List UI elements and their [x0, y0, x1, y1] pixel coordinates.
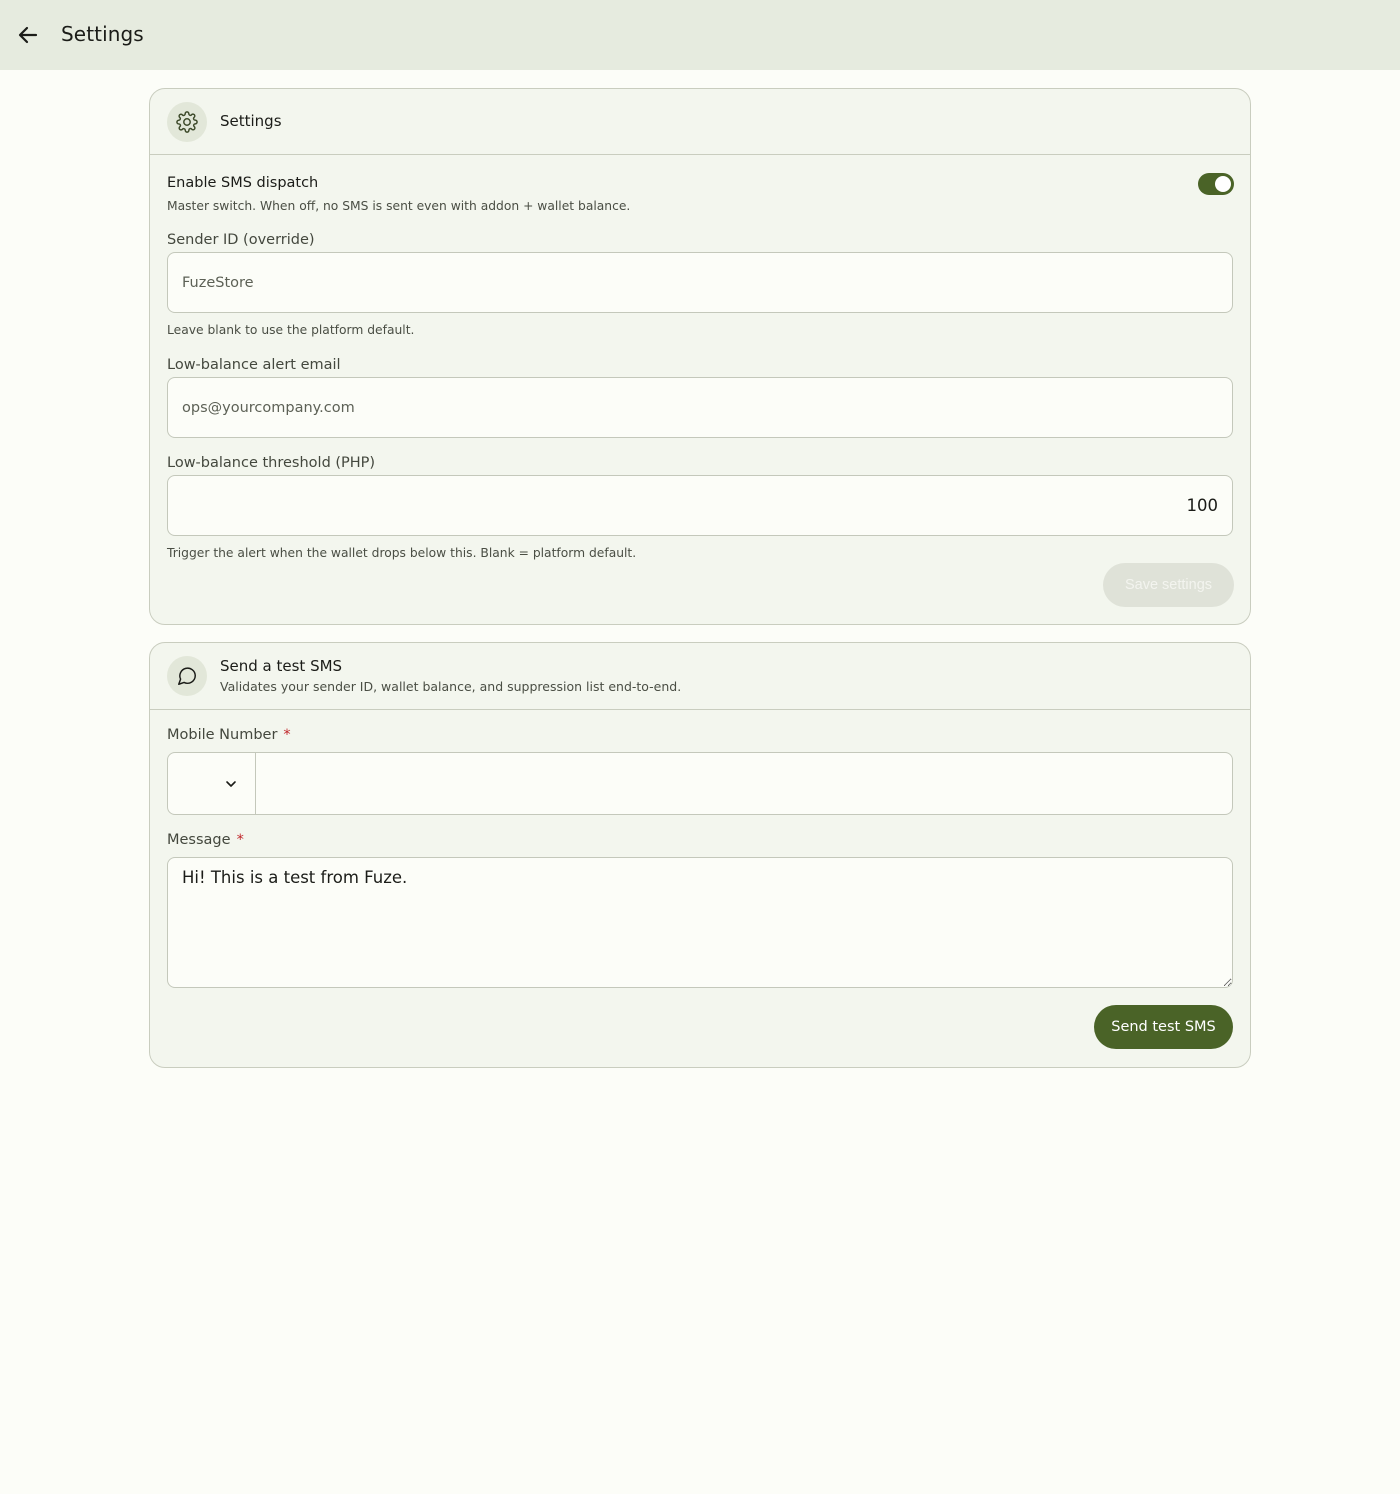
test-sms-card-subtitle: Validates your sender ID, wallet balance…	[220, 679, 682, 694]
alert-email-label: Low-balance alert email	[167, 357, 341, 373]
sender-id-field	[167, 252, 1233, 313]
test-sms-card-header: Send a test SMS Validates your sender ID…	[150, 643, 1250, 710]
back-button[interactable]	[12, 19, 44, 51]
chat-bubble-icon	[178, 667, 196, 685]
mobile-number-label: Mobile Number *	[167, 727, 291, 743]
settings-card-header: Settings	[150, 89, 1250, 155]
mobile-number-input[interactable]	[256, 753, 1234, 814]
settings-card-title: Settings	[220, 112, 282, 130]
test-sms-card-title: Send a test SMS	[220, 657, 343, 675]
alert-email-field	[167, 377, 1233, 438]
threshold-help: Trigger the alert when the wallet drops …	[167, 546, 637, 560]
country-code-select[interactable]	[168, 753, 256, 814]
threshold-field	[167, 475, 1233, 536]
sms-dispatch-label: Enable SMS dispatch	[167, 175, 319, 191]
message-label-text: Message	[167, 832, 231, 848]
alert-email-input[interactable]	[168, 378, 1232, 437]
send-test-sms-button[interactable]: Send test SMS	[1094, 1005, 1233, 1049]
threshold-input[interactable]	[168, 476, 1232, 535]
page-title: Settings	[61, 22, 144, 46]
required-mark: *	[236, 832, 244, 848]
settings-card: Settings Enable SMS dispatch Master swit…	[149, 88, 1251, 625]
sender-id-input[interactable]	[168, 253, 1232, 312]
mobile-number-label-text: Mobile Number	[167, 727, 278, 743]
test-sms-card-icon	[167, 656, 207, 696]
sender-id-help: Leave blank to use the platform default.	[167, 323, 415, 337]
chevron-down-icon	[226, 780, 236, 787]
required-mark: *	[283, 727, 291, 743]
sms-dispatch-help: Master switch. When off, no SMS is sent …	[167, 199, 631, 213]
arrow-left-icon	[18, 26, 38, 44]
sms-dispatch-toggle[interactable]	[1198, 173, 1234, 195]
mobile-number-field	[167, 752, 1234, 815]
toggle-knob	[1215, 176, 1231, 192]
save-settings-button[interactable]: Save settings	[1103, 563, 1234, 607]
top-app-bar: Settings	[0, 0, 1400, 70]
message-textarea[interactable]: Hi! This is a test from Fuze.	[168, 858, 1232, 987]
settings-card-icon	[167, 102, 207, 142]
message-field: Hi! This is a test from Fuze.	[167, 857, 1233, 988]
message-label: Message *	[167, 832, 244, 848]
gear-icon	[176, 111, 198, 133]
test-sms-card: Send a test SMS Validates your sender ID…	[149, 642, 1251, 1068]
sender-id-label: Sender ID (override)	[167, 232, 315, 248]
threshold-label: Low-balance threshold (PHP)	[167, 455, 376, 471]
